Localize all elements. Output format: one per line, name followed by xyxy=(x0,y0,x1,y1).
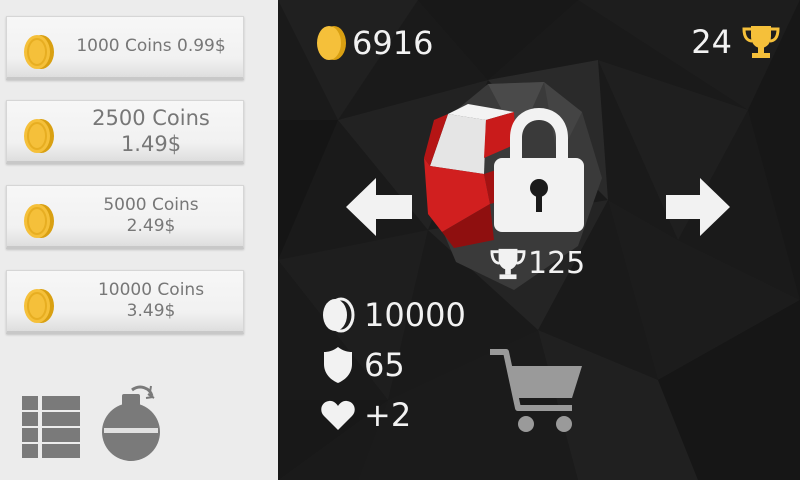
skin-preview xyxy=(424,104,584,248)
coin-count: 6916 xyxy=(352,24,434,62)
stat-health: +2 xyxy=(316,396,411,434)
trophy-counter: 24 xyxy=(691,24,780,60)
coin-icon xyxy=(323,297,355,333)
offer-1000-coins[interactable]: 1000 Coins 0.99$ xyxy=(6,16,244,80)
coin-icon xyxy=(24,119,54,153)
shop-panel: 1000 Coins 0.99$ 2500 Coins 1.49$ 5000 C… xyxy=(0,0,278,480)
offer-10000-coins[interactable]: 10000 Coins 3.49$ xyxy=(6,270,244,334)
offer-label: 5000 Coins xyxy=(103,194,199,215)
offer-label: 10000 Coins xyxy=(97,279,205,300)
next-skin-button[interactable] xyxy=(666,178,730,236)
cart-icon[interactable] xyxy=(488,346,584,436)
offer-5000-coins[interactable]: 5000 Coins 2.49$ xyxy=(6,185,244,249)
offer-2500-coins[interactable]: 2500 Coins 1.49$ xyxy=(6,100,244,164)
skin-price: 10000 xyxy=(364,296,466,334)
list-icon[interactable] xyxy=(22,396,80,458)
stat-price: 10000 xyxy=(316,296,466,334)
previous-skin-button[interactable] xyxy=(346,178,412,236)
trophy-icon xyxy=(742,26,780,58)
coin-icon xyxy=(24,289,54,323)
offer-price: 2.49$ xyxy=(126,216,176,236)
skin-stage: 6916 24 125 10000 65 +2 xyxy=(278,0,800,480)
stat-armor: 65 xyxy=(316,346,405,384)
offer-label: 2500 Coins xyxy=(92,105,210,130)
offer-price: 1.49$ xyxy=(120,132,182,156)
unlock-trophy-count: 125 xyxy=(528,246,586,281)
coin-icon xyxy=(317,26,346,60)
offer-label: 1000 Coins 0.99$ xyxy=(76,36,226,57)
trophy-count: 24 xyxy=(691,23,732,61)
skin-armor: 65 xyxy=(364,346,405,384)
coin-counter: 6916 xyxy=(314,24,433,62)
coin-icon xyxy=(24,35,54,69)
coin-icon xyxy=(24,204,54,238)
bomb-icon[interactable] xyxy=(98,384,164,462)
offer-price: 3.49$ xyxy=(126,301,176,321)
trophy-icon xyxy=(490,248,526,279)
heart-icon xyxy=(321,400,355,430)
skin-health-bonus: +2 xyxy=(364,396,412,434)
unlock-requirement: 125 xyxy=(490,246,585,281)
shield-icon xyxy=(324,347,352,383)
